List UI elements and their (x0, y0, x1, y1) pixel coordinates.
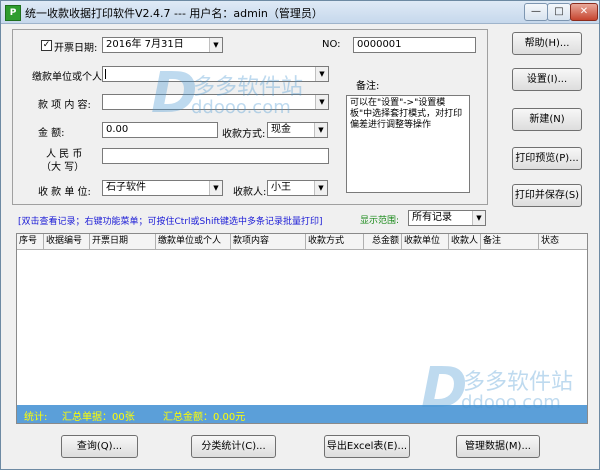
app-icon: P (5, 5, 21, 21)
unit-label: 收 款 单 位: (38, 187, 91, 198)
total-count: 汇总单据：00张 (62, 412, 135, 423)
query-button[interactable]: 查询(Q)... (61, 435, 138, 458)
new-button[interactable]: 新建(N) (512, 108, 582, 131)
stats-label: 统计: (24, 412, 48, 423)
title-bar: P 统一收款收据打印软件V2.4.7 --- 用户名：admin（管理员） — … (1, 1, 599, 24)
column-header[interactable]: 序号 (17, 234, 44, 249)
column-header[interactable]: 缴款单位或个人 (156, 234, 231, 249)
table-header: 序号 收据编号 开票日期 缴款单位或个人 款项内容 收款方式 总金额 收款单位 … (17, 234, 587, 250)
column-header[interactable]: 开票日期 (90, 234, 156, 249)
column-header[interactable]: 收款方式 (306, 234, 364, 249)
main-window: P 统一收款收据打印软件V2.4.7 --- 用户名：admin（管理员） — … (0, 0, 600, 470)
payer-label: 缴款单位或个人: (32, 72, 106, 83)
chevron-down-icon[interactable]: ▼ (472, 211, 485, 225)
minimize-button[interactable]: — (524, 3, 548, 21)
print-preview-button[interactable]: 打印预览(P)... (512, 147, 582, 170)
settings-button[interactable]: 设置(I)... (512, 68, 582, 91)
receiver-label: 收款人: (233, 187, 267, 198)
payment-method-value: 现金 (271, 124, 291, 135)
receiver-combo[interactable]: 小王 ▼ (267, 180, 328, 196)
unit-value: 石子软件 (106, 182, 146, 193)
category-stats-button[interactable]: 分类统计(C)... (191, 435, 276, 458)
range-select[interactable]: 所有记录 ▼ (408, 210, 486, 226)
print-and-save-button[interactable]: 打印并保存(S) (512, 184, 582, 207)
chevron-down-icon[interactable]: ▼ (315, 67, 328, 81)
list-hint: [双击查看记录；右键功能菜单；可按住Ctrl或Shift键选中多条记录批量打印] (18, 217, 323, 227)
rmb-uppercase-field[interactable] (102, 148, 329, 164)
window-title: 统一收款收据打印软件V2.4.7 --- 用户名：admin（管理员） (25, 7, 323, 20)
amount-label: 金 额: (38, 128, 65, 139)
item-label: 款 项 内 容: (38, 100, 91, 111)
chevron-down-icon[interactable]: ▼ (209, 181, 222, 195)
chevron-down-icon[interactable]: ▼ (314, 123, 327, 137)
column-header[interactable]: 备注 (481, 234, 539, 249)
receipt-number-field[interactable]: 0000001 (353, 37, 476, 53)
date-picker[interactable]: 2016年 7月31日 ▼ (102, 37, 223, 53)
payment-method-label: 收款方式: (222, 129, 266, 140)
column-header[interactable]: 状态 (539, 234, 587, 249)
range-value: 所有记录 (412, 212, 452, 223)
column-header[interactable]: 收款单位 (402, 234, 449, 249)
records-table[interactable]: 序号 收据编号 开票日期 缴款单位或个人 款项内容 收款方式 总金额 收款单位 … (16, 233, 588, 407)
receiver-value: 小王 (271, 182, 291, 193)
help-button[interactable]: 帮助(H)... (512, 32, 582, 55)
item-combo[interactable]: ▼ (102, 94, 329, 110)
close-button[interactable]: ✕ (570, 3, 598, 21)
unit-combo[interactable]: 石子软件 ▼ (102, 180, 223, 196)
text-cursor (105, 69, 106, 79)
total-amount: 汇总金额：0.00元 (163, 412, 246, 423)
no-label: NO: (322, 39, 341, 50)
chevron-down-icon[interactable]: ▼ (209, 38, 222, 52)
payment-method-select[interactable]: 现金 ▼ (267, 122, 328, 138)
remark-label: 备注: (356, 81, 380, 92)
column-header[interactable]: 收据编号 (44, 234, 90, 249)
rmb-label-bottom: （大 写） (41, 162, 85, 173)
range-label: 显示范围: (360, 216, 400, 226)
payer-combo[interactable]: ▼ (102, 66, 329, 82)
summary-bar: 统计: 汇总单据：00张 汇总金额：0.00元 (16, 405, 588, 424)
column-header[interactable]: 款项内容 (231, 234, 306, 249)
date-value: 2016年 7月31日 (106, 39, 184, 50)
amount-field[interactable]: 0.00 (102, 122, 218, 138)
date-checkbox[interactable]: ✓ (41, 40, 52, 51)
remark-textarea[interactable]: 可以在"设置"->"设置模板"中选择套打模式，对打印偏差进行调整等操作 (346, 95, 470, 193)
chevron-down-icon[interactable]: ▼ (314, 181, 327, 195)
column-header[interactable]: 总金额 (364, 234, 402, 249)
column-header[interactable]: 收款人 (449, 234, 481, 249)
export-excel-button[interactable]: 导出Excel表(E)... (324, 435, 410, 458)
chevron-down-icon[interactable]: ▼ (315, 95, 328, 109)
date-label: 开票日期: (54, 43, 98, 54)
manage-data-button[interactable]: 管理数据(M)... (456, 435, 540, 458)
maximize-button[interactable]: □ (547, 3, 571, 21)
